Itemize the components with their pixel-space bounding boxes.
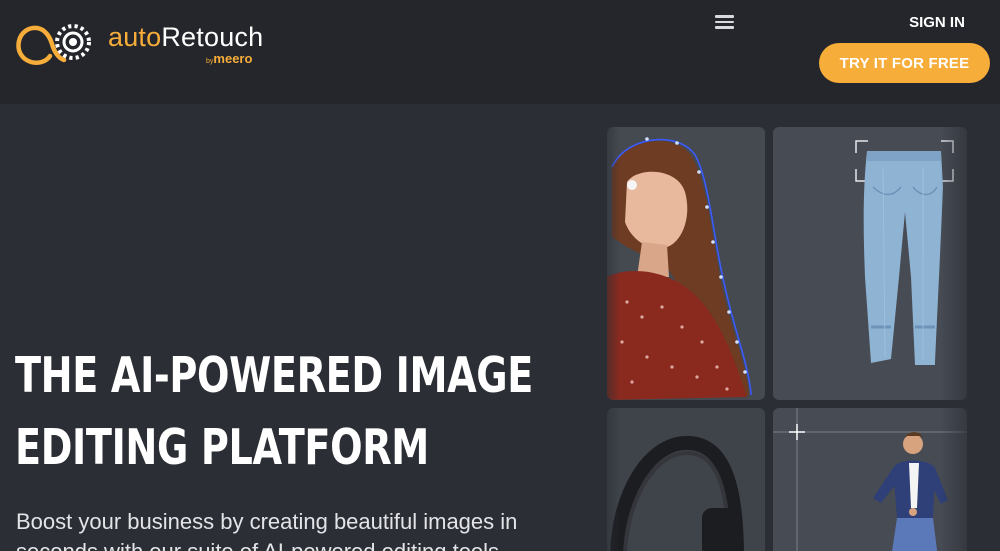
hero-subtext: Boost your business by creating beautifu… — [16, 509, 518, 551]
site-header: autoRetouch bymeero SIGN IN TRY IT FOR F… — [0, 0, 1000, 104]
man-jumping-image — [773, 408, 967, 551]
left-edge-fade — [590, 104, 620, 551]
sign-in-link[interactable]: SIGN IN — [899, 12, 975, 34]
logo-byline: bymeero — [206, 51, 253, 66]
headline-line-2: EDITING PLATFORM — [15, 419, 429, 476]
headline-line-1: THE AI-POWERED IMAGE — [15, 347, 533, 404]
jeans-image — [855, 140, 954, 365]
man-jumping-tile — [773, 408, 967, 551]
logo-wordmark: autoRetouch — [108, 22, 264, 52]
headphones-tile — [607, 408, 765, 551]
jeans-tile — [773, 127, 967, 400]
menu-button[interactable] — [705, 6, 743, 38]
woman-portrait-image — [607, 137, 752, 400]
hamburger-icon — [714, 15, 734, 18]
autoretouch-logo[interactable]: autoRetouch bymeero — [16, 20, 276, 68]
hamburger-icon — [714, 20, 734, 24]
logo-mark-icon — [16, 24, 91, 65]
hero-headline: THE AI-POWERED IMAGE EDITING PLATFORM — [15, 340, 533, 484]
hamburger-icon — [714, 26, 734, 29]
try-free-button[interactable]: TRY IT FOR FREE — [819, 43, 990, 83]
headphones-image — [610, 435, 744, 551]
woman-portrait-tile — [607, 127, 765, 400]
right-edge-fade — [940, 104, 1000, 551]
